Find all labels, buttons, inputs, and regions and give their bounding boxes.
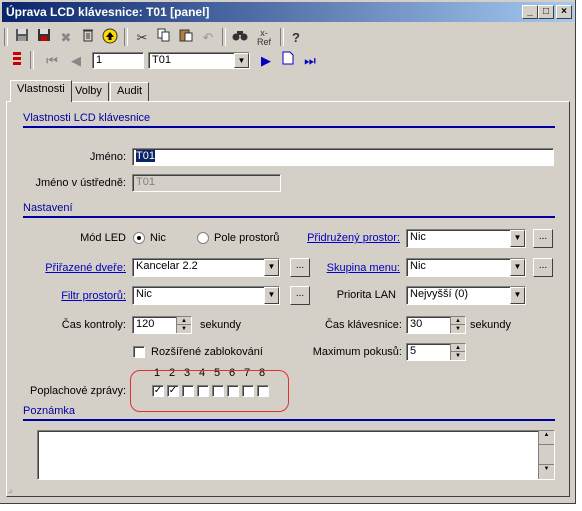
maximize-button[interactable]: □ — [538, 5, 554, 19]
section-properties-title: Vlastnosti LCD klávesnice — [23, 112, 151, 124]
next-record-icon[interactable]: ▶ — [256, 51, 276, 71]
name-label: Jméno: — [89, 151, 126, 163]
tab-volby[interactable]: Volby — [68, 82, 109, 101]
key-time-value: 30 — [410, 318, 423, 330]
extended-lock-checkbox[interactable] — [133, 346, 145, 358]
assoc-area-label[interactable]: Přidružený prostor: — [290, 232, 400, 244]
assoc-area-select[interactable]: Nic ▼ — [406, 229, 526, 248]
toolbar-grip — [4, 28, 8, 46]
record-select[interactable]: T01 ▼ — [148, 52, 250, 69]
delete-icon[interactable]: ✖ — [56, 28, 76, 48]
name-input[interactable]: T01 — [132, 148, 554, 166]
menu-group-label[interactable]: Skupina menu: — [290, 262, 400, 274]
tab-vlastnosti[interactable]: Vlastnosti — [10, 80, 72, 102]
help-icon[interactable]: ? — [286, 28, 306, 48]
led-areas-radio[interactable] — [197, 232, 209, 244]
window: Úprava LCD klávesnice: T01 [panel] _ □ ×… — [0, 0, 576, 504]
record-list-icon[interactable] — [10, 51, 24, 71]
key-time-spinner[interactable]: ▲ ▼ — [450, 317, 465, 333]
section-note-title: Poznámka — [23, 405, 75, 417]
reference-icon[interactable]: x- Ref — [254, 28, 274, 49]
led-areas-label: Pole prostorů — [214, 232, 280, 244]
max-attempts-value: 5 — [410, 345, 417, 357]
toolbar-separator — [222, 28, 226, 46]
up-icon[interactable] — [100, 28, 120, 48]
record-select-value: T01 — [152, 54, 171, 66]
alarm-messages-label: Poplachové zprávy: — [30, 385, 126, 397]
menu-group-select[interactable]: Nic ▼ — [406, 258, 526, 277]
toolbar-separator — [30, 51, 34, 69]
resize-grip-icon[interactable]: ⌟ — [8, 484, 12, 495]
save-close-icon[interactable] — [34, 28, 54, 48]
cut-icon[interactable]: ✂ — [132, 28, 152, 48]
led-mode-label: Mód LED — [80, 232, 126, 244]
section-settings-title: Nastavení — [23, 202, 73, 214]
check-time-label: Čas kontroly: — [61, 319, 126, 331]
area-filter-label[interactable]: Filtr prostorů: — [30, 290, 126, 302]
record-number-input[interactable]: 1 — [92, 52, 144, 69]
check-time-unit: sekundy — [200, 319, 241, 331]
toolbar: ✖ ✂ ↶ x- Ref ? — [4, 28, 304, 48]
lan-priority-select[interactable]: Nejvyšší (0) ▼ — [406, 286, 526, 305]
previous-record-icon[interactable]: ◀ — [66, 51, 86, 71]
note-scrollbar[interactable]: ▲ ▼ — [538, 431, 554, 479]
toolbar-separator — [280, 28, 284, 46]
max-attempts-label: Maximum pokusů: — [312, 346, 402, 358]
trash-icon[interactable] — [78, 28, 98, 48]
chevron-down-icon[interactable]: ▼ — [264, 287, 279, 304]
navigation-bar: ⏮ ◀ 1 T01 ▼ ▶ ⏭ — [4, 51, 324, 71]
area-filter-value: Nic — [136, 288, 152, 300]
check-time-spinner[interactable]: ▲ ▼ — [176, 317, 191, 333]
assoc-area-browse-button[interactable]: ... — [533, 229, 553, 248]
chevron-down-icon[interactable]: ▼ — [510, 287, 525, 304]
max-attempts-spinner[interactable]: ▲ ▼ — [450, 344, 465, 360]
panel-name-label: Jméno v ústředně: — [35, 177, 127, 189]
close-button[interactable]: × — [556, 5, 572, 19]
key-time-unit: sekundy — [470, 319, 511, 331]
assoc-area-value: Nic — [410, 231, 426, 243]
lan-priority-value: Nejvyšší (0) — [410, 288, 469, 300]
name-input-value: T01 — [136, 150, 155, 162]
save-icon[interactable] — [12, 28, 32, 48]
scroll-up-icon[interactable]: ▲ — [539, 431, 554, 445]
chevron-down-icon[interactable]: ▼ — [264, 259, 279, 276]
last-record-icon[interactable]: ⏭ — [300, 51, 320, 71]
toolbar-separator — [124, 28, 128, 46]
doors-label[interactable]: Přiřazené dveře: — [30, 262, 126, 274]
panel-name-input: T01 — [132, 174, 281, 192]
section-properties: Vlastnosti LCD klávesnice — [23, 112, 555, 128]
tab-audit[interactable]: Audit — [110, 82, 150, 101]
led-none-radio[interactable] — [133, 232, 145, 244]
title-bar: Úprava LCD klávesnice: T01 [panel] _ □ × — [2, 2, 574, 22]
menu-group-browse-button[interactable]: ... — [533, 258, 553, 277]
max-attempts-input[interactable]: 5 ▲ ▼ — [406, 343, 466, 361]
key-time-input[interactable]: 30 ▲ ▼ — [406, 316, 466, 334]
find-icon[interactable] — [230, 28, 250, 48]
doors-select[interactable]: Kancelar 2.2 ▼ — [132, 258, 280, 277]
window-title: Úprava LCD klávesnice: T01 [panel] — [6, 5, 210, 19]
lan-priority-label: Priorita LAN — [336, 289, 396, 301]
copy-icon[interactable] — [154, 28, 174, 48]
section-note: Poznámka — [23, 405, 555, 421]
new-record-icon[interactable] — [278, 51, 298, 71]
key-time-label: Čas klávesnice: — [324, 319, 402, 331]
led-none-label: Nic — [150, 232, 166, 244]
undo-icon[interactable]: ↶ — [198, 28, 218, 48]
check-time-input[interactable]: 120 ▲ ▼ — [132, 316, 192, 334]
minimize-button[interactable]: _ — [522, 5, 538, 19]
chevron-down-icon[interactable]: ▼ — [510, 230, 525, 247]
scroll-down-icon[interactable]: ▼ — [539, 465, 554, 479]
first-record-icon[interactable]: ⏮ — [42, 51, 62, 71]
paste-icon[interactable] — [176, 28, 196, 48]
chevron-down-icon[interactable]: ▼ — [234, 53, 249, 68]
chevron-down-icon[interactable]: ▼ — [510, 259, 525, 276]
note-textarea[interactable]: ▲ ▼ — [37, 430, 555, 480]
area-filter-select[interactable]: Nic ▼ — [132, 286, 280, 305]
extended-lock-label: Rozšířené zablokování — [151, 346, 263, 358]
section-settings: Nastavení — [23, 202, 555, 218]
doors-value: Kancelar 2.2 — [136, 260, 198, 272]
menu-group-value: Nic — [410, 260, 426, 272]
check-time-value: 120 — [136, 318, 155, 330]
